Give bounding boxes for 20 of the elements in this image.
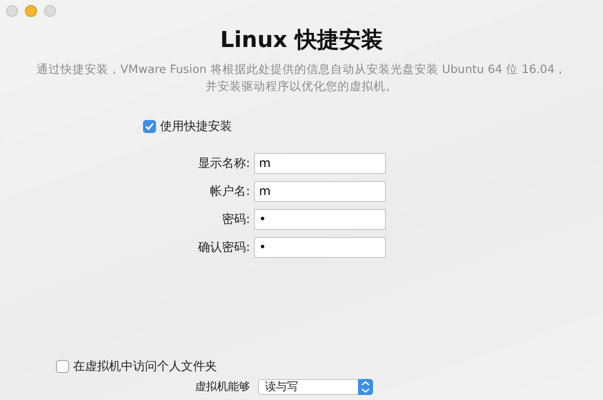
dropdown-arrows-icon (358, 379, 373, 395)
description-text: 通过快捷安装，VMware Fusion 将根据此处提供的信息自动从安装光盘安装 Ubuntu 64 位 16.04，并安装驱动程序以优化您的虚拟机。 (35, 61, 568, 95)
field-label: 显示名称: (196, 155, 251, 172)
field-label: 密码: (220, 211, 251, 228)
close-button[interactable] (6, 5, 18, 17)
checkbox[interactable] (56, 360, 69, 372)
checkbox-label[interactable]: 使用快捷安装 (160, 117, 232, 135)
checkbox[interactable] (143, 120, 156, 132)
field-label: 确认密码: (196, 239, 251, 256)
input-field[interactable]: • (254, 208, 386, 230)
input-field[interactable]: m (254, 152, 386, 174)
input-field[interactable]: m (254, 180, 386, 202)
field-label: 虚拟机能够 (194, 378, 251, 395)
minimize-button[interactable] (25, 5, 37, 17)
access-dropdown[interactable]: 读与写 (258, 379, 373, 395)
checkbox-label[interactable]: 在虚拟机中访问个人文件夹 (73, 357, 217, 375)
input-field[interactable]: • (254, 236, 386, 258)
zoom-button[interactable] (44, 5, 56, 17)
dialog-title: Linux 快捷安装 (219, 26, 384, 55)
field-label: 帐户名: (208, 183, 251, 200)
